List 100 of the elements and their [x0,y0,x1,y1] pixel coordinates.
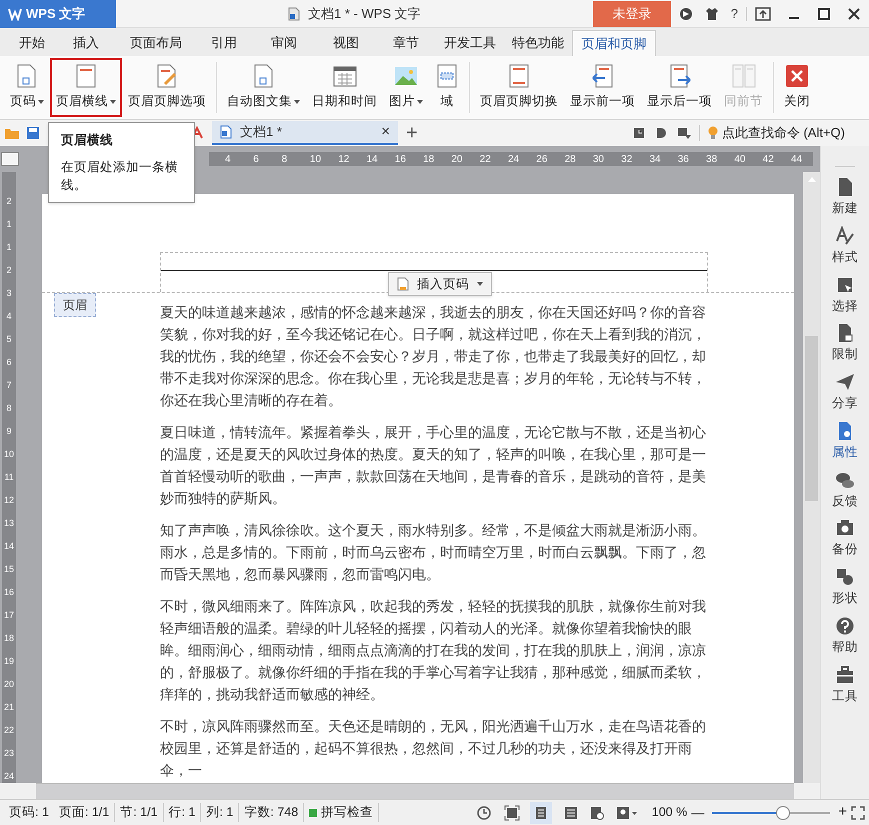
ribbon-tab[interactable]: 视图 [316,30,376,56]
tooltip-title: 页眉横线 [61,132,114,149]
toolbox-icon [835,664,855,684]
sidebar-item[interactable]: 工具 [823,664,867,706]
ribbon-tab[interactable]: 章节 [376,30,436,56]
sidebar-item[interactable]: 帮助 [823,616,867,656]
logo-icon [8,6,22,20]
status-text: 节: 1/1 [114,803,163,822]
sidebar-item[interactable]: 形状 [823,567,867,608]
command-search[interactable]: 点此查找命令 (Alt+Q) [708,123,869,143]
close-icon[interactable] [847,6,861,20]
ribbon-tab[interactable]: 页眉和页脚 [572,30,656,56]
sidebar-item[interactable]: 分享 [823,372,867,413]
right-arrow-page-icon [668,64,692,88]
sidebar-item[interactable]: 属性 [823,420,867,462]
ribbon-button[interactable]: 页眉页脚选项 [122,58,212,117]
page-icon [252,64,276,88]
zoom-slider[interactable] [712,804,830,820]
sidebar-item[interactable]: 反馈 [823,470,867,510]
sidebar-item[interactable]: 样式 [823,226,867,266]
caret-icon [477,282,483,286]
tooltip-text: 在页眉处添加一条横线。 [61,158,179,194]
sidebar-item[interactable]: 限制 [823,323,867,364]
close-icon [785,64,809,88]
spell-check-button[interactable]: 拼写检查 [303,803,380,822]
status-text: 行: 1 [162,803,200,822]
sidebar-item[interactable]: 新建 [823,177,867,218]
outline-view-icon[interactable] [564,806,578,820]
new-tab-button[interactable]: + [406,123,418,143]
status-text: 页码: 1 [8,804,50,822]
paragraph: 夏天的味道越来越浓，感情的怀念越来越深，我逝去的朋友，你在天国还好吗？你的音容笑貌，你对我的好，至今我还铭记在心。日子啊，就这样过吧，你在天上看到我的消沉，我的忧伤，我的绝望，你还会不会安心？岁月，带走了你，也带走了我最美好的回忆，却带不走我对你深深的思念。你在我心里，无论我是悲是喜；岁月的年轮，无论转与不转，你还在我心里清晰的存在着。 [160,303,707,410]
save-icon[interactable] [26,126,40,140]
status-text: 列: 1 [200,803,238,822]
sidebar-item[interactable]: 备份 [823,518,867,559]
vertical-scrollbar[interactable] [803,172,820,783]
upload-icon[interactable] [755,6,771,20]
status-text: 页面: 1/1 [58,804,110,822]
zoom-out-button[interactable]: — [687,802,708,822]
ribbon-button[interactable]: 自动图文集 [221,58,306,117]
ribbon-tab[interactable]: 引用 [196,30,252,56]
shirt-icon[interactable] [704,6,719,20]
zoom-slider-thumb[interactable] [776,806,790,820]
tab-stop-selector[interactable] [1,152,19,166]
ribbon-tab[interactable]: 开始 [8,30,56,56]
clock-icon[interactable] [632,127,645,139]
ribbon-tab[interactable]: 开发工具 [436,30,504,56]
scrollbar-thumb[interactable] [805,336,818,501]
vertical-ruler: 2 1 1 2 3 4 5 6 7 8 9 10 11 12 13 14 15 16 17 18 19 20 21 22 23 24 [2,172,16,783]
paragraph: 夏日味道，情转流年。紧握着拳头，展开，手心里的温度，无论它散与不散，还是当初心的温度，还是夏天的风吹过身体的热度。夏天的知了，轻声的叫唤，在我心里，那可是一首首轻慢动听的歌曲，一声声，款款回荡在天地间，是青春的音乐，是跳动的音符，是美妙而独特的萨斯风。 [160,423,707,508]
maximize-icon[interactable] [817,6,831,20]
sidebar-item[interactable]: 选择 [823,274,867,316]
header-label: 页眉 [54,293,96,317]
status-square-icon [309,808,318,816]
ribbon-button[interactable]: 关闭 [778,58,816,117]
ribbon-button[interactable]: 显示后一项 [641,58,718,117]
ribbon-tab[interactable]: 插入 [56,30,116,56]
document-tab[interactable]: 文档1 * × [212,121,398,145]
reading-view-icon[interactable] [616,806,638,820]
ribbon-button[interactable]: 图片 [383,58,429,117]
horizontal-ruler: 4 6 8 10 12 14 16 18 20 22 24 26 28 30 32 34 36 38 40 42 44 [209,152,813,166]
paragraph: 不时，微风细雨来了。阵阵凉风，吹起我的秀发，轻轻的抚摸我的肌肤，就像你生前对我轻声细语般的温柔。碧绿的叶儿轻轻的摇摆，闪着动人的光泽。就像你望着我愉快的眼眸。细雨润心，细雨动情，细雨点点滴滴的打在我的发间，打在我的肌肤上，润润，凉凉的，舒服极了。就像你纤细的手指在我的手掌心写着字让我猜，那种感觉，细腻而柔软，痒痒的，挑动我舒适而敏感的神经。 [160,597,707,704]
history-icon[interactable] [476,804,492,820]
lightbulb-icon [708,126,718,140]
letter-a-icon [835,226,855,246]
insert-page-number-button[interactable]: 插入页码 [388,272,492,296]
left-arrow-page-icon [590,64,614,88]
zoom-percentage: 100 % [652,804,688,822]
paragraph: 知了声声唤，清风徐徐吹。这个夏天，雨水特别多。经常，不是倾盆大雨就是淅沥小雨。雨水，总是多情的。下雨前，时而乌云密布，时而晴空万里，时而白云飘飘。下雨了，忽而昏天黑地，忽而暴风骤雨，忽而雷鸣闪电。 [160,521,707,584]
help-button[interactable]: ? [730,4,738,24]
page-icon [534,806,547,820]
ribbon-tab[interactable]: 页面布局 [116,30,196,56]
ribbon-button[interactable]: 页码 [4,58,50,117]
web-view-icon[interactable] [590,806,604,820]
page-icon [397,277,409,291]
ribbon-button[interactable]: 日期和时间 [306,58,383,117]
page-pencil-icon [155,64,179,88]
document-icon [288,6,300,20]
zoom-in-button[interactable]: + [834,801,851,824]
horizontal-scrollbar[interactable] [36,783,794,799]
field-icon [435,64,459,88]
two-pages-icon [732,64,756,88]
ribbon-button[interactable]: 域 [429,58,465,117]
tray-icon[interactable] [676,127,691,139]
ribbon-button[interactable]: 显示前一项 [564,58,641,117]
help-icon [835,616,855,636]
skin-icon[interactable] [678,6,693,20]
tab-close-button[interactable]: × [381,120,390,144]
ribbon-button[interactable]: 页眉页脚切换 [474,58,564,117]
ribbon-button[interactable]: 页眉横线 [50,58,122,117]
calendar-icon [332,64,356,88]
expand-icon[interactable] [851,806,865,820]
paper-plane-icon [835,372,855,392]
status-text: 字数: 748 [238,803,304,822]
shapes-icon [835,567,855,587]
app-menu-button[interactable]: WPS 文字 [0,0,116,28]
ribbon-tab[interactable]: 审阅 [252,30,316,56]
page-view-button[interactable] [530,802,552,824]
fullscreen-icon[interactable] [504,804,520,820]
ribbon-tab[interactable]: 特色功能 [504,30,572,56]
window-title: 文档1 * - WPS 文字 [308,4,421,23]
